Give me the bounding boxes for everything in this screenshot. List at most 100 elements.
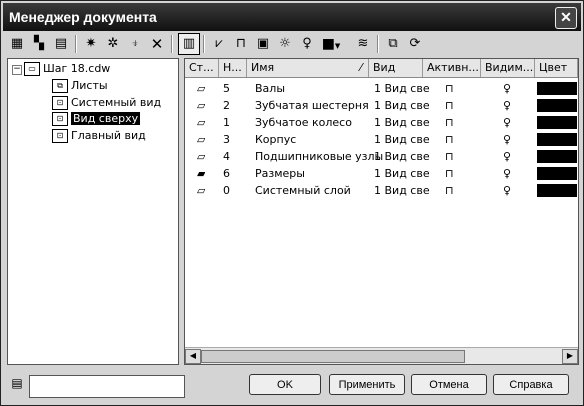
layer-status-icon: ▱ bbox=[197, 99, 206, 112]
color-swatch[interactable] bbox=[537, 116, 577, 129]
col-number[interactable]: Н... bbox=[219, 59, 247, 77]
lock-open-icon[interactable]: ⊓ bbox=[445, 114, 454, 131]
table-row[interactable]: ▱ 0 Системный слой 1 Вид све ⊓ ♀ bbox=[185, 182, 578, 199]
toolbar-separator bbox=[75, 35, 77, 53]
layer-number: 2 bbox=[223, 99, 230, 112]
lock-open-icon[interactable]: ⊓ bbox=[445, 182, 454, 199]
layer-number: 0 bbox=[223, 184, 230, 197]
bulb-icon[interactable]: ♀ bbox=[503, 165, 511, 182]
color-swatch[interactable] bbox=[537, 150, 577, 163]
tree-item-sheets[interactable]: ⧉ Листы bbox=[52, 78, 108, 93]
lock-open-icon[interactable]: ⊓ bbox=[445, 131, 454, 148]
layer-number: 1 bbox=[223, 116, 230, 129]
color-swatch[interactable] bbox=[537, 167, 577, 180]
layer-view: 1 Вид све bbox=[374, 99, 430, 112]
bulb-icon[interactable]: ♀ bbox=[503, 80, 511, 97]
list-header: Ст... Н... Имя ⁄ Вид Активн... Видим... Ц… bbox=[185, 59, 578, 78]
layer-view: 1 Вид све bbox=[374, 133, 430, 146]
cancel-button[interactable]: Отмена bbox=[411, 374, 487, 395]
layer-status-current-icon: ▰ bbox=[197, 167, 206, 180]
lock-open-icon[interactable]: ⊓ bbox=[445, 97, 454, 114]
ok-button[interactable]: OK bbox=[249, 374, 321, 395]
color-swatch-icon[interactable]: ■▼ bbox=[321, 34, 341, 54]
apply-button[interactable]: Применить bbox=[329, 374, 405, 395]
color-swatch[interactable] bbox=[537, 82, 577, 95]
layer-status-icon: ▱ bbox=[197, 150, 206, 163]
col-visible[interactable]: Видим... bbox=[481, 59, 535, 77]
color-swatch[interactable] bbox=[537, 99, 577, 112]
layer-number: 6 bbox=[223, 167, 230, 180]
bulb-icon[interactable]: ♀ bbox=[503, 182, 511, 199]
new-sheet-icon[interactable]: ▦ bbox=[7, 34, 27, 54]
color-swatch[interactable] bbox=[537, 133, 577, 146]
tree-item-top-view[interactable]: ⊡ Вид сверху bbox=[52, 111, 141, 126]
col-name[interactable]: Имя ⁄ bbox=[247, 59, 369, 77]
layer-view: 1 Вид све bbox=[374, 116, 430, 129]
bulb-icon[interactable]: ♀ bbox=[503, 97, 511, 114]
lock-open-icon[interactable]: ⊓ bbox=[445, 80, 454, 97]
layer-view: 1 Вид све bbox=[374, 167, 430, 180]
scroll-left-icon[interactable]: ◀ bbox=[185, 349, 201, 364]
col-color[interactable]: Цвет bbox=[535, 59, 578, 77]
lock-open-icon[interactable]: ⊓ bbox=[445, 148, 454, 165]
new-view-icon[interactable]: ▚ bbox=[29, 34, 49, 54]
bulb-icon[interactable]: ♀ bbox=[503, 131, 511, 148]
tree-root[interactable]: ▭ Шаг 18.cdw bbox=[24, 61, 110, 76]
close-button[interactable]: ✕ bbox=[555, 7, 577, 29]
table-row[interactable]: ▱ 4 Подшипниковые узлы 1 Вид све ⊓ ♀ bbox=[185, 148, 578, 165]
toolbar-separator bbox=[171, 35, 173, 53]
layer-name: Зубчатая шестерня bbox=[255, 99, 369, 112]
lock-open-icon[interactable]: ⊓ bbox=[231, 34, 251, 54]
view-icon: ⊡ bbox=[52, 112, 68, 126]
col-name-label: Имя bbox=[251, 61, 275, 74]
table-row[interactable]: ▱ 5 Валы 1 Вид све ⊓ ♀ bbox=[185, 80, 578, 97]
bulb-icon[interactable]: ♀ bbox=[503, 148, 511, 165]
filter-icon[interactable]: ✲ bbox=[103, 34, 123, 54]
window-title: Менеджер документа bbox=[9, 9, 157, 25]
delete-icon[interactable]: ✕ bbox=[147, 34, 167, 54]
toolbar-separator bbox=[377, 35, 379, 53]
col-view[interactable]: Вид bbox=[369, 59, 423, 77]
delete-hidden-icon[interactable]: ✷ bbox=[81, 34, 101, 54]
color-swatch[interactable] bbox=[537, 184, 577, 197]
collapse-toggle[interactable]: − bbox=[12, 65, 22, 75]
col-active[interactable]: Активн... bbox=[423, 59, 481, 77]
sheets-icon: ⧉ bbox=[52, 79, 68, 93]
tree-item-main-view[interactable]: ⊡ Главный вид bbox=[52, 128, 146, 143]
status-input[interactable] bbox=[29, 375, 185, 398]
document-manager-window: Менеджер документа ✕ ▦ ▚ ▤ ✷ ✲ ⍖ ✕ ▥ ⩗ ⊓… bbox=[0, 0, 584, 406]
layer-name: Валы bbox=[255, 82, 286, 95]
check-layers-icon[interactable]: ⩗ bbox=[209, 34, 229, 54]
document-icon: ▭ bbox=[24, 62, 40, 76]
lock-open-icon[interactable]: ⊓ bbox=[445, 165, 454, 182]
bulb-icon[interactable]: ♀ bbox=[503, 114, 511, 131]
layer-status-icon: ▱ bbox=[197, 184, 206, 197]
bulb-icon[interactable]: ♀ bbox=[297, 34, 317, 54]
layer-number: 5 bbox=[223, 82, 230, 95]
help-button[interactable]: Справка bbox=[493, 374, 569, 395]
lock-icon[interactable]: ▣ bbox=[253, 34, 273, 54]
new-layer-icon[interactable]: ▤ bbox=[51, 34, 71, 54]
scroll-right-icon[interactable]: ▶ bbox=[562, 349, 578, 364]
filter-settings-icon[interactable]: ⍖ bbox=[125, 34, 145, 54]
tree-root-label: Шаг 18.cdw bbox=[43, 62, 111, 75]
tree-item-label: Листы bbox=[71, 79, 108, 92]
layers-list: Ст... Н... Имя ⁄ Вид Активн... Видим... Ц… bbox=[184, 58, 579, 365]
toolbar: ▦ ▚ ▤ ✷ ✲ ⍖ ✕ ▥ ⩗ ⊓ ▣ ☼ ♀ ■▼ ≋ ⧉ ⟳ bbox=[5, 33, 579, 55]
col-status[interactable]: Ст... bbox=[185, 59, 219, 77]
scroll-thumb[interactable] bbox=[201, 350, 465, 363]
bulb-on-icon[interactable]: ☼ bbox=[275, 34, 295, 54]
view-mode-icon[interactable]: ▥ bbox=[178, 33, 200, 55]
layer-style-icon[interactable]: ≋ bbox=[353, 34, 373, 54]
table-row[interactable]: ▱ 2 Зубчатая шестерня 1 Вид све ⊓ ♀ bbox=[185, 97, 578, 114]
tree-item-system-view[interactable]: ⊡ Системный вид bbox=[52, 95, 161, 110]
layer-view: 1 Вид све bbox=[374, 184, 430, 197]
horizontal-scrollbar[interactable]: ◀ ▶ bbox=[185, 347, 578, 364]
layer-view: 1 Вид све bbox=[374, 150, 430, 163]
table-row[interactable]: ▱ 3 Корпус 1 Вид све ⊓ ♀ bbox=[185, 131, 578, 148]
copy-properties-icon[interactable]: ⧉ bbox=[383, 34, 403, 54]
table-row[interactable]: ▱ 1 Зубчатое колесо 1 Вид све ⊓ ♀ bbox=[185, 114, 578, 131]
document-tree: − ▭ Шаг 18.cdw ⧉ Листы ⊡ Системный вид ⊡ Вид… bbox=[7, 58, 179, 365]
refresh-icon[interactable]: ⟳ bbox=[405, 34, 425, 54]
table-row[interactable]: ▰ 6 Размеры 1 Вид све ⊓ ♀ bbox=[185, 165, 578, 182]
